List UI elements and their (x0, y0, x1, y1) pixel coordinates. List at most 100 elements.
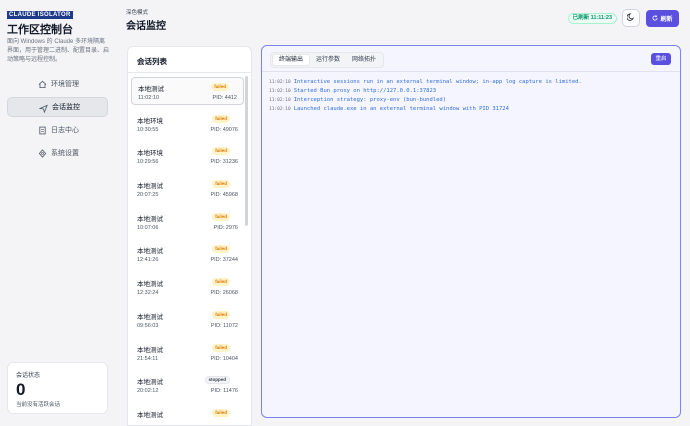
breadcrumb: 深色模式 (126, 10, 149, 16)
status-badge: failed (212, 408, 230, 417)
log-line: 11:02:10 Started Bun proxy on http://127.… (269, 87, 672, 96)
session-time: 11:02:10 (138, 95, 160, 101)
active-session-count: 0 (16, 380, 26, 399)
session-detail-panel: 终端输出 运行参数 网络拓扑 重启 11:02:10 Interactive se… (261, 45, 681, 418)
session-pid: PID: 45968 (210, 192, 238, 199)
session-list-item[interactable]: 本地环境 failed 10:30:55 PID: 49076 (131, 110, 244, 138)
session-list-item[interactable]: 本地测试 failed (131, 404, 244, 425)
session-list-item[interactable]: 本地测试 failed 10:07:06 PID: 2976 (131, 208, 244, 236)
session-name: 本地测试 (137, 313, 163, 321)
scrollbar[interactable] (245, 76, 248, 226)
sidebar-item-label: 会话监控 (52, 104, 80, 111)
status-badge: failed (212, 310, 230, 319)
session-time: 20:07:25 (137, 192, 159, 199)
divider (262, 71, 680, 72)
session-name: 本地测试 (137, 248, 163, 256)
session-list-item[interactable]: 本地测试 failed 12:41:26 PID: 37244 (131, 240, 244, 268)
log-timestamp: 11:02:10 (269, 98, 291, 103)
session-name: 本地测试 (137, 411, 163, 419)
sidebar-item-settings[interactable]: 系统设置 (7, 143, 108, 163)
settings-icon (37, 148, 47, 158)
session-pid: PID: 49076 (210, 126, 238, 133)
brand-description: 面向 Windows 的 Claude 多环境隔离界面，用于管理二进制、配置目录… (7, 39, 110, 63)
session-name: 本地测试 (137, 281, 163, 289)
terminal-log: 11:02:10 Interactive sessions run in an e… (269, 78, 672, 114)
status-badge: failed (212, 212, 230, 221)
sidebar-item-label: 系统设置 (51, 150, 79, 157)
status-badge: failed (212, 147, 230, 156)
session-list: 本地测试 failed 11:02:10 PID: 4412 本地环境 failed 10:… (131, 77, 244, 425)
session-pid: PID: 4412 (212, 95, 237, 101)
status-badge: failed (212, 278, 230, 287)
session-status-card: 会话状态 0 当前没有活跃会话 (7, 362, 108, 414)
home-icon (37, 79, 47, 89)
log-message: Started Bun proxy on http://127.0.0.1:37… (293, 88, 437, 94)
log-timestamp: 11:02:10 (269, 107, 291, 112)
detail-tabs: 终端输出 运行参数 网络拓扑 (270, 52, 385, 68)
session-pid: PID: 26068 (210, 290, 238, 297)
sidebar-item-sessions[interactable]: 会话监控 (7, 97, 108, 117)
session-time: 20:02:12 (137, 388, 159, 395)
brand-title: 工作区控制台 (7, 24, 73, 36)
session-time: 10:29:56 (137, 159, 159, 166)
session-name: 本地测试 (137, 379, 163, 387)
log-timestamp: 11:02:10 (269, 80, 291, 85)
session-name: 本地测试 (137, 215, 163, 223)
restart-button[interactable]: 重启 (651, 53, 671, 65)
session-time: 09:56:03 (137, 322, 159, 329)
theme-toggle-button[interactable] (622, 9, 640, 27)
session-time: 10:07:06 (137, 224, 159, 231)
header: 深色模式 会话监控 已刷新 11:11:23 刷新 (116, 0, 690, 38)
session-pid: PID: 2976 (213, 224, 238, 231)
session-time: 12:32:24 (137, 290, 159, 297)
sidebar-item-environments[interactable]: 环境管理 (7, 74, 108, 94)
brand-tag: CLAUDE ISOLATOR (7, 11, 73, 19)
tab-network-topology[interactable]: 网络拓扑 (346, 54, 382, 66)
log-line: 11:02:10 Launched claude.exe in an extern… (269, 105, 672, 114)
refresh-button[interactable]: 刷新 (646, 10, 679, 27)
tab-run-params[interactable]: 运行参数 (310, 54, 346, 66)
session-name: 本地测试 (138, 86, 164, 93)
moon-icon (626, 13, 635, 23)
tab-terminal-output[interactable]: 终端输出 (272, 54, 311, 66)
session-name: 本地测试 (137, 346, 163, 354)
status-label: 会话状态 (16, 373, 41, 379)
sidebar-item-label: 环境管理 (51, 81, 79, 88)
session-list-title: 会话列表 (137, 57, 167, 66)
session-list-item[interactable]: 本地测试 stopped 20:02:12 PID: 11476 (131, 371, 244, 399)
session-pid: PID: 31236 (210, 159, 238, 166)
log-line: 11:02:10 Interactive sessions run in an e… (269, 78, 672, 87)
refresh-label: 刷新 (660, 17, 673, 23)
session-name: 本地环境 (137, 117, 163, 125)
session-list-item[interactable]: 本地测试 failed 12:32:24 PID: 26068 (131, 273, 244, 301)
session-list-item[interactable]: 本地测试 failed 21:54:11 PID: 10404 (131, 339, 244, 367)
log-timestamp: 11:02:10 (269, 89, 291, 94)
sidebar-nav: 环境管理 会话监控 日志中心 系统设置 (7, 74, 108, 166)
status-badge: failed (212, 245, 230, 254)
sidebar-item-label: 日志中心 (51, 127, 79, 134)
log-message: Launched claude.exe in an external termi… (293, 106, 509, 112)
session-pid: PID: 10404 (210, 355, 238, 362)
status-badge: failed (212, 114, 230, 123)
sidebar: CLAUDE ISOLATOR 工作区控制台 面向 Windows 的 Clau… (0, 0, 116, 426)
session-time: 21:54:11 (137, 355, 159, 362)
divider (128, 72, 251, 73)
session-list-panel: 会话列表 本地测试 failed 11:02:10 PID: 4412 本地环境 fail… (127, 46, 252, 426)
session-list-item[interactable]: 本地测试 failed 11:02:10 PID: 4412 (131, 77, 244, 105)
session-pid: PID: 11072 (210, 322, 238, 329)
session-time: 10:30:55 (137, 126, 159, 133)
session-list-item[interactable]: 本地环境 failed 10:29:56 PID: 31236 (131, 142, 244, 170)
session-pid: PID: 37244 (210, 257, 238, 264)
status-note: 当前没有活跃会话 (16, 402, 61, 408)
log-message: Interception strategy: proxy-env (bun-bu… (293, 97, 447, 103)
session-time: 12:41:26 (137, 257, 159, 264)
log-line: 11:02:10 Interception strategy: proxy-env… (269, 96, 672, 105)
sidebar-item-logs[interactable]: 日志中心 (7, 120, 108, 140)
last-refresh-badge: 已刷新 11:11:23 (567, 13, 617, 24)
session-list-item[interactable]: 本地测试 failed 09:56:03 PID: 11072 (131, 306, 244, 334)
session-list-item[interactable]: 本地测试 failed 20:07:25 PID: 45968 (131, 175, 244, 203)
status-badge: failed (212, 343, 230, 352)
status-badge: failed (211, 83, 229, 91)
status-badge: stopped (204, 376, 230, 385)
page-title: 会话监控 (126, 21, 166, 32)
